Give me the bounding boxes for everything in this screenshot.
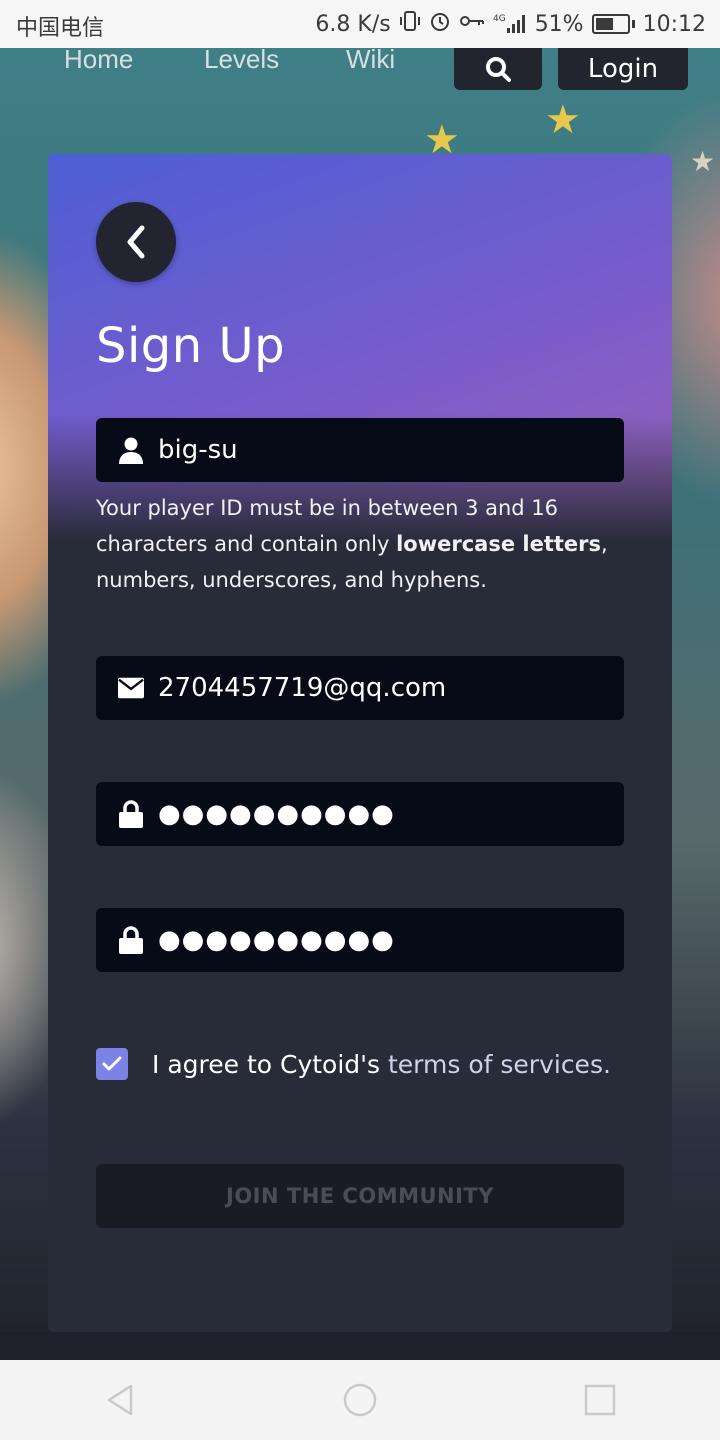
- signup-card: Sign Up big-su Your player ID must be in…: [48, 154, 672, 1332]
- alarm-icon: [429, 10, 451, 38]
- status-icons: 6.8 K/s 4G 51% 10:12: [315, 10, 706, 38]
- top-nav: Home Levels Wiki Login: [0, 44, 720, 98]
- login-button[interactable]: Login: [558, 48, 688, 90]
- confirm-password-field[interactable]: ●●●●●●●●●●: [96, 908, 624, 972]
- agree-label: I agree to Cytoid's: [152, 1049, 388, 1079]
- status-bar: 中国电信 6.8 K/s 4G 51% 10:12: [0, 0, 720, 48]
- search-button[interactable]: [454, 48, 542, 90]
- clock: 10:12: [642, 11, 706, 37]
- recents-nav-button[interactable]: [560, 1360, 640, 1440]
- circle-home-icon: [343, 1383, 377, 1417]
- password-field[interactable]: ●●●●●●●●●●: [96, 782, 624, 846]
- nav-levels[interactable]: Levels: [204, 44, 279, 75]
- page-title: Sign Up: [96, 318, 286, 374]
- back-button[interactable]: [96, 202, 176, 282]
- password-value: ●●●●●●●●●●: [158, 799, 395, 829]
- system-nav-bar: [0, 1360, 720, 1440]
- username-field[interactable]: big-su: [96, 418, 624, 482]
- key-icon: [459, 10, 485, 38]
- svg-text:4G: 4G: [493, 14, 506, 24]
- lock-icon: [118, 926, 144, 954]
- battery-percent: 51%: [534, 11, 584, 37]
- battery-icon: [591, 14, 630, 34]
- triangle-back-icon: [107, 1384, 133, 1416]
- nav-wiki[interactable]: Wiki: [346, 44, 395, 75]
- checkmark-icon: [102, 1056, 122, 1071]
- join-community-button[interactable]: JOIN THE COMMUNITY: [96, 1164, 624, 1228]
- nav-home[interactable]: Home: [64, 44, 133, 75]
- home-nav-button[interactable]: [320, 1360, 400, 1440]
- star-decoration: ★: [545, 97, 581, 143]
- confirm-password-value: ●●●●●●●●●●: [158, 925, 395, 955]
- vibrate-icon: [399, 10, 421, 38]
- lock-icon: [118, 800, 144, 828]
- terms-link[interactable]: terms of services.: [388, 1050, 611, 1079]
- username-value: big-su: [158, 435, 238, 465]
- user-icon: [118, 437, 144, 464]
- back-nav-button[interactable]: [80, 1360, 160, 1440]
- terms-checkbox[interactable]: [96, 1048, 128, 1080]
- envelope-icon: [118, 675, 144, 701]
- star-decoration: ★: [690, 145, 716, 178]
- username-helper-text: Your player ID must be in between 3 and …: [96, 496, 608, 592]
- chevron-left-icon: [127, 225, 145, 259]
- search-icon: [486, 57, 511, 82]
- email-field[interactable]: 2704457719@qq.com: [96, 656, 624, 720]
- square-recents-icon: [584, 1384, 616, 1416]
- carrier-label: 中国电信: [16, 16, 105, 41]
- network-speed: 6.8 K/s: [315, 11, 391, 37]
- email-value: 2704457719@qq.com: [158, 673, 447, 703]
- signal-icon: 4G: [493, 12, 527, 37]
- terms-agreement: I agree to Cytoid's terms of services.: [96, 1048, 611, 1080]
